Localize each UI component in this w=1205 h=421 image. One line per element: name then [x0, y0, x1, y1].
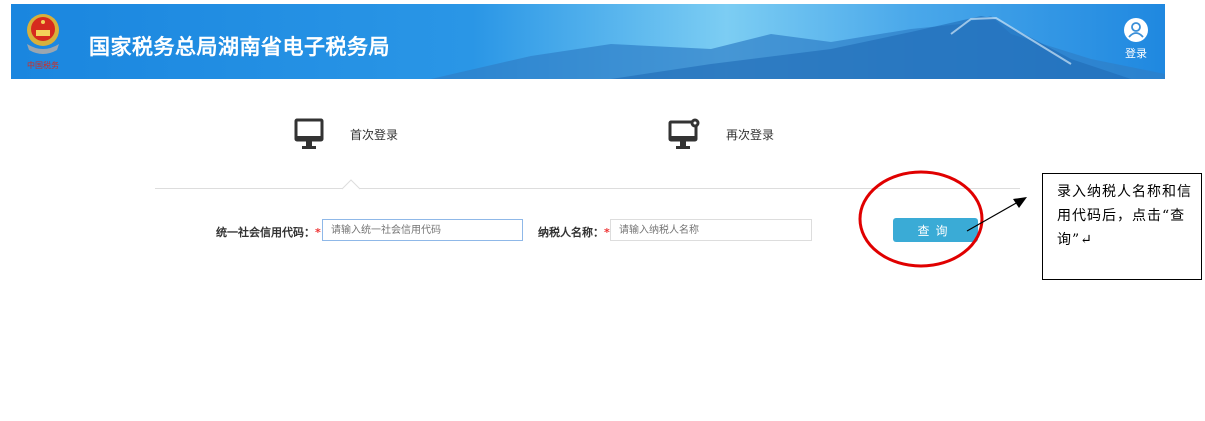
taxpayer-name-label: 纳税人名称：* — [538, 226, 610, 239]
site-title: 国家税务总局湖南省电子税务局 — [89, 35, 390, 59]
credit-code-label: 统一社会信用代码：* — [216, 226, 321, 239]
login-label: 登录 — [1125, 47, 1147, 60]
annotation-note: 录入纳税人名称和信用代码后，点击“查询”↵ — [1042, 173, 1202, 280]
tab-divider — [155, 188, 1020, 189]
taxpayer-name-input[interactable] — [610, 219, 812, 241]
tax-emblem-logo: 中国税务 — [27, 14, 59, 70]
credit-code-input[interactable] — [322, 219, 523, 241]
site-header: 中国税务 国家税务总局湖南省电子税务局 登录 — [11, 4, 1165, 79]
svg-text:中国税务: 中国税务 — [27, 60, 59, 70]
login-button[interactable]: 登录 — [1119, 18, 1153, 61]
tab-repeat-login[interactable]: 再次登录 — [668, 118, 774, 150]
tab-first-login[interactable]: 首次登录 — [294, 118, 398, 150]
monitor-badge-icon — [668, 118, 700, 149]
active-tab-indicator — [342, 179, 360, 190]
user-icon — [1124, 18, 1148, 42]
query-button[interactable]: 查询 — [893, 218, 978, 242]
tab-label: 再次登录 — [726, 127, 775, 142]
tab-label: 首次登录 — [350, 127, 399, 142]
arrow-head — [1013, 197, 1027, 208]
monitor-icon — [294, 118, 324, 149]
